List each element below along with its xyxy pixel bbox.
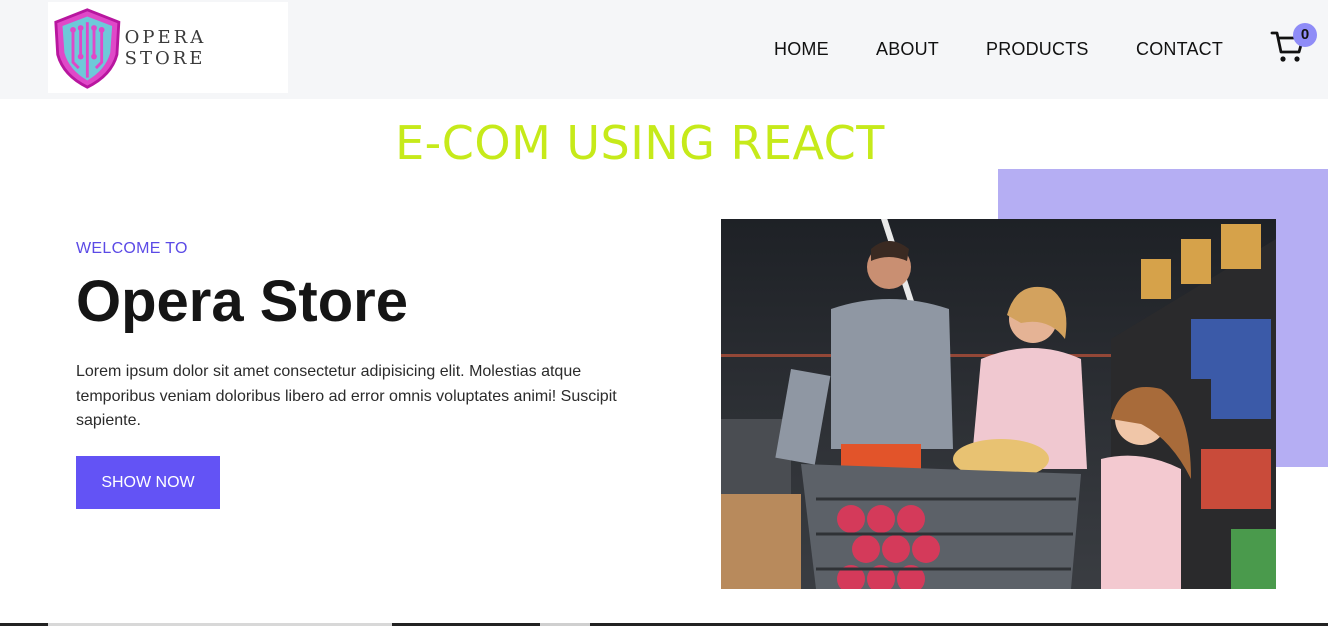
- hero-image: [721, 219, 1276, 589]
- logo[interactable]: OPERA STORE: [48, 2, 288, 93]
- hero-image-illustration: [721, 219, 1276, 589]
- hero-content: WELCOME TO Opera Store Lorem ipsum dolor…: [76, 240, 646, 509]
- banner-title: E-COM USING REACT: [395, 116, 885, 170]
- nav-products[interactable]: PRODUCTS: [986, 38, 1089, 60]
- welcome-text: WELCOME TO: [76, 240, 188, 257]
- shield-circuit-icon: [54, 7, 121, 89]
- nav-home[interactable]: HOME: [774, 38, 829, 60]
- nav-about[interactable]: ABOUT: [876, 38, 939, 60]
- show-now-button[interactable]: SHOW NOW: [76, 455, 220, 509]
- logo-text: OPERA STORE: [124, 26, 207, 69]
- site-header: OPERA STORE HOME ABOUT PRODUCTS CONTACT …: [0, 0, 1328, 99]
- hero-heading: Opera Store: [76, 269, 408, 334]
- nav-contact[interactable]: CONTACT: [1136, 38, 1223, 60]
- cart-count-badge: 0: [1293, 23, 1317, 47]
- hero-description: Lorem ipsum dolor sit amet consectetur a…: [76, 363, 617, 429]
